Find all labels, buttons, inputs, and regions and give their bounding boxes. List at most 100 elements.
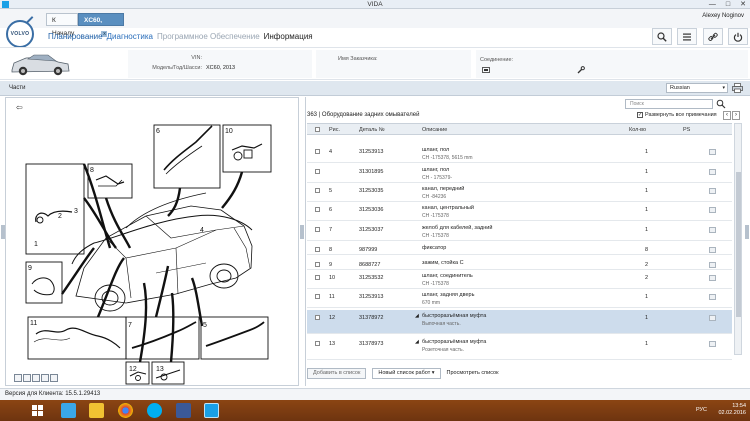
input-language[interactable]: РУС: [696, 407, 707, 413]
next-group-button[interactable]: ›: [732, 111, 740, 120]
ps-checkbox[interactable]: [709, 294, 716, 300]
row-checkbox[interactable]: [315, 315, 320, 320]
connection-block: Соединение:: [476, 50, 748, 78]
tab-vehicle[interactable]: XC60, 2013 x: [78, 13, 124, 37]
power-button[interactable]: [728, 28, 748, 45]
vida-task-icon[interactable]: [204, 403, 219, 418]
home-view-icon[interactable]: [50, 374, 58, 382]
search-icon[interactable]: [716, 99, 726, 109]
connection-label: Соединение:: [480, 57, 514, 63]
print-icon[interactable]: [732, 83, 743, 93]
table-row[interactable]: 4 31253913 шланг, пол CH -175378, 5615 mm 1: [307, 144, 732, 163]
scroll-thumb[interactable]: [736, 172, 741, 317]
table-row[interactable]: 5 31253035 канал, передний CH -84236 1: [307, 183, 732, 202]
table-row[interactable]: 13 31378973 быстроразъёмная муфта ◢ Розеточн…: [307, 336, 732, 360]
col-qty[interactable]: Кол-во: [629, 127, 646, 133]
row-checkbox[interactable]: [315, 341, 320, 346]
middle-splitter[interactable]: [300, 225, 304, 239]
row-checkbox[interactable]: [315, 275, 320, 280]
parts-table-header: Рис. Деталь № Описание Кол-во PS: [307, 123, 732, 135]
list-menu-button[interactable]: [677, 28, 697, 45]
table-row[interactable]: 8 987999 фиксатор 8: [307, 241, 732, 255]
ie-icon[interactable]: [61, 403, 76, 418]
language-select[interactable]: Russian ▾: [666, 83, 728, 93]
ps-checkbox[interactable]: [709, 247, 716, 253]
row-checkbox[interactable]: [315, 188, 320, 193]
row-ref: 6: [329, 207, 333, 213]
chrome-icon[interactable]: [118, 403, 133, 418]
table-row[interactable]: 9 8688727 зажим, стойка C 2: [307, 256, 732, 270]
zoom-in-icon[interactable]: [23, 374, 31, 382]
table-row[interactable]: 6 31253036 канал, центральный CH -175378 1: [307, 202, 732, 221]
ps-checkbox[interactable]: [709, 149, 716, 155]
row-part-number: 31378972: [359, 315, 384, 321]
col-desc[interactable]: Описание: [422, 127, 447, 133]
row-quantity: 1: [645, 188, 649, 194]
windows-start-icon[interactable]: [30, 403, 45, 418]
ps-checkbox[interactable]: [709, 169, 716, 175]
ps-checkbox[interactable]: [709, 227, 716, 233]
menu-software[interactable]: Программное Обеспечение: [157, 32, 260, 41]
vin-label: VIN:: [191, 55, 202, 61]
table-row[interactable]: 7 31253037 желоб для кабелей, задний CH -17…: [307, 222, 732, 241]
pan-icon[interactable]: [41, 374, 49, 382]
window-title: VIDA: [367, 1, 383, 8]
expand-all-notes[interactable]: ✓ Развернуть все примечания: [637, 112, 717, 118]
menu-planning[interactable]: Планирование: [48, 32, 103, 41]
table-row[interactable]: 11 31253913 шланг, задняя дверь 670 mm 1: [307, 289, 732, 308]
prev-group-button[interactable]: ‹: [723, 111, 731, 120]
note-toggle-icon[interactable]: ◢: [415, 339, 419, 345]
ps-checkbox[interactable]: [709, 315, 716, 321]
user-name: Alexey Noginov: [702, 13, 744, 19]
row-checkbox[interactable]: [315, 262, 320, 267]
row-part-number: 31253035: [359, 188, 384, 194]
ps-checkbox[interactable]: [709, 207, 716, 213]
clock[interactable]: 13:54 02.02.2016: [718, 403, 746, 417]
expand-all-checkbox[interactable]: ✓: [637, 112, 643, 118]
menu-information[interactable]: Информация: [264, 32, 313, 41]
row-checkbox[interactable]: [315, 294, 320, 299]
parts-search-input[interactable]: Поиск: [625, 99, 713, 109]
diagram-panel: ⇦ 1 2 3 4 5 6 7 8 9 10 11 12 13: [5, 97, 299, 386]
table-row[interactable]: 12 31378972 быстроразъёмная муфта ◢ Выпочная…: [307, 310, 732, 334]
select-all-checkbox[interactable]: [315, 127, 320, 132]
ps-checkbox[interactable]: [709, 188, 716, 194]
connection-button[interactable]: [703, 28, 723, 45]
table-row[interactable]: 10 31253532 шланг, соединитель CH -175378 2: [307, 270, 732, 289]
row-ref: 5: [329, 188, 333, 194]
file-explorer-icon[interactable]: [89, 403, 104, 418]
note-toggle-icon[interactable]: ◢: [415, 313, 419, 319]
search-button[interactable]: [652, 28, 672, 45]
parts-scrollbar[interactable]: [734, 123, 742, 355]
add-to-list-button[interactable]: Добавить в список: [307, 367, 367, 379]
col-ref[interactable]: Рис.: [329, 127, 340, 133]
zoom-out-icon[interactable]: [32, 374, 40, 382]
ps-checkbox[interactable]: [709, 275, 716, 281]
row-checkbox[interactable]: [315, 227, 320, 232]
minimize-button[interactable]: —: [709, 0, 716, 9]
view-list-link[interactable]: Просмотреть список: [447, 370, 499, 376]
col-part[interactable]: Деталь №: [359, 127, 385, 133]
row-checkbox[interactable]: [315, 207, 320, 212]
ps-checkbox[interactable]: [709, 262, 716, 268]
maximize-button[interactable]: □: [726, 0, 730, 9]
menu-diagnostics[interactable]: Диагностика: [107, 32, 153, 41]
work-list-select[interactable]: Новый список работ ▾: [372, 367, 441, 379]
ps-checkbox[interactable]: [709, 341, 716, 347]
parts-title: Части: [9, 85, 26, 91]
skype-icon[interactable]: [147, 403, 162, 418]
row-checkbox[interactable]: [315, 169, 320, 174]
right-collapse-handle[interactable]: [745, 225, 749, 239]
row-ref: 10: [329, 275, 336, 281]
close-button[interactable]: ✕: [740, 0, 746, 9]
row-checkbox[interactable]: [315, 149, 320, 154]
col-ps[interactable]: PS: [683, 127, 690, 133]
callout-6: 6: [156, 128, 160, 135]
row-checkbox[interactable]: [315, 247, 320, 252]
row-part-number: 31253913: [359, 294, 384, 300]
app-icon-generic[interactable]: [176, 403, 191, 418]
row-description: быстроразъёмная муфта: [422, 339, 487, 345]
zoom-fit-icon[interactable]: [14, 374, 22, 382]
table-row[interactable]: 31301895 шланг, пол CH - 175379- 1: [307, 164, 732, 183]
tab-home[interactable]: К Началу: [46, 13, 78, 37]
